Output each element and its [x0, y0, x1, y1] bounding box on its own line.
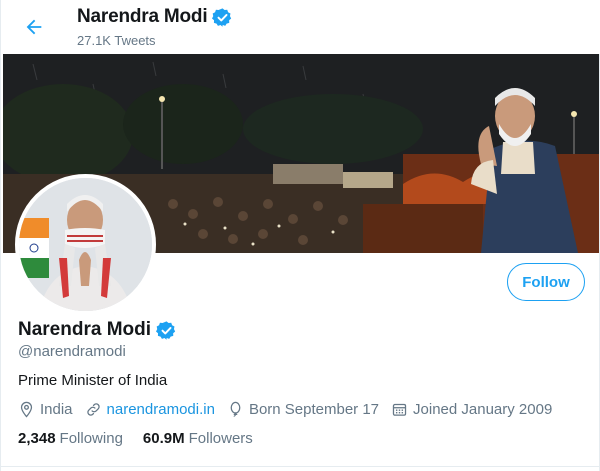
- followers-link[interactable]: 60.9M Followers: [143, 430, 253, 447]
- arrow-left-icon: [26, 19, 42, 35]
- location-pin-icon: [20, 401, 33, 418]
- profile-meta: India narendramodi.in Born September 17: [18, 401, 564, 418]
- back-button[interactable]: [17, 10, 51, 44]
- verified-badge-icon: [156, 320, 176, 340]
- profile-name-row: Narendra Modi: [18, 319, 177, 341]
- followers-count: 60.9M: [142, 430, 185, 447]
- header-name: Narendra Modi: [77, 6, 208, 27]
- profile-header-bar: Narendra Modi 27.1K Tweets: [1, 0, 600, 54]
- header-name-row: Narendra Modi: [77, 6, 233, 28]
- location-text: India: [40, 401, 73, 418]
- profile-name: Narendra Modi: [18, 319, 152, 340]
- birthday-item: Born September 17: [227, 401, 379, 418]
- joined-text: Joined January 2009: [413, 401, 553, 418]
- website-item: narendramodi.in: [85, 401, 215, 418]
- website-link[interactable]: narendramodi.in: [107, 401, 215, 418]
- verified-badge-icon: [212, 7, 232, 27]
- following-label: Following: [59, 430, 123, 447]
- profile-avatar[interactable]: [15, 174, 156, 315]
- follow-button[interactable]: Follow: [507, 263, 585, 301]
- balloon-icon: [230, 401, 241, 417]
- location-item: India: [18, 401, 73, 418]
- following-count: 2,348: [18, 430, 56, 447]
- avatar-photo: [19, 178, 152, 311]
- link-icon: [86, 403, 100, 416]
- profile-page: Narendra Modi 27.1K Tweets Follow Narend…: [0, 0, 600, 471]
- calendar-icon: [392, 403, 407, 416]
- profile-handle: @narendramodi: [18, 343, 126, 360]
- divider: [1, 466, 600, 467]
- profile-bio: Prime Minister of India: [18, 372, 168, 389]
- header-tweet-count: 27.1K Tweets: [77, 33, 156, 48]
- joined-item: Joined January 2009: [391, 401, 552, 418]
- followers-label: Followers: [188, 430, 253, 447]
- birthday-text: Born September 17: [248, 401, 380, 418]
- follow-counts: 2,348 Following 60.9M Followers: [18, 430, 273, 447]
- following-link[interactable]: 2,348 Following: [18, 430, 123, 447]
